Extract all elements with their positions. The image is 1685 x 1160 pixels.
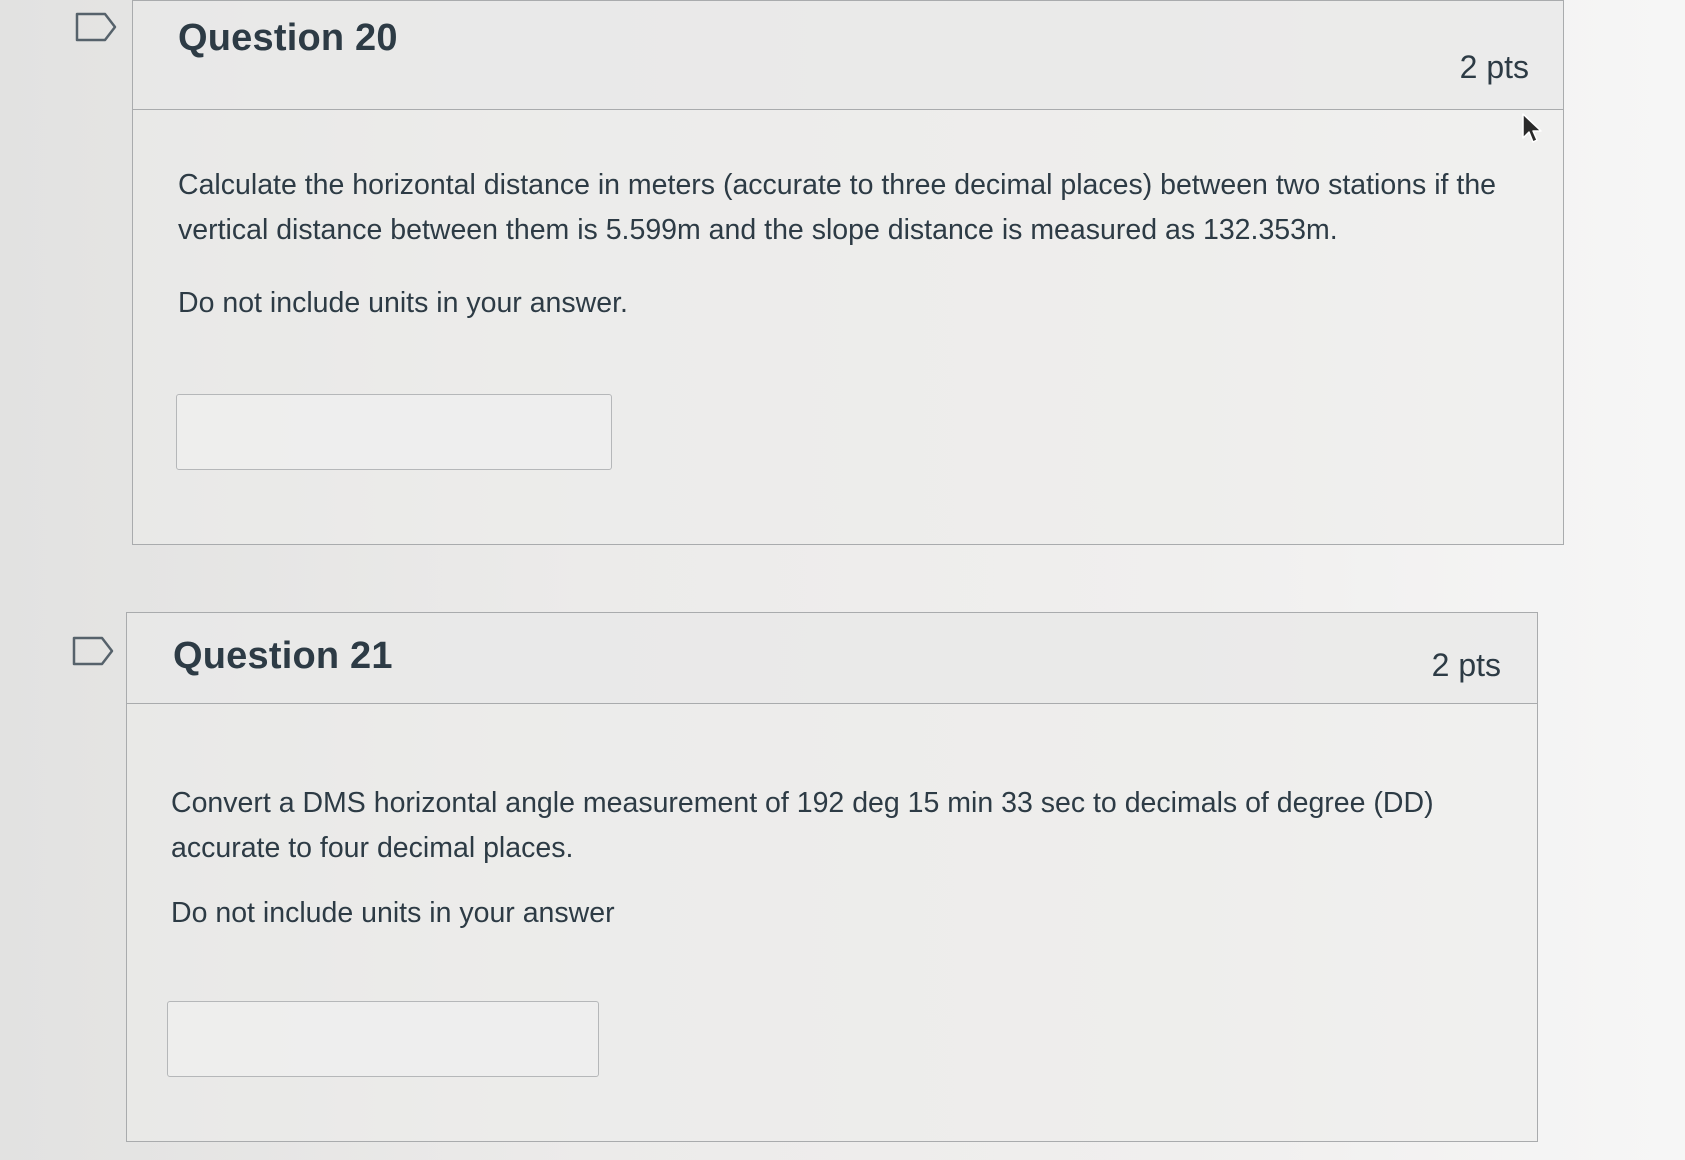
question-text: Calculate the horizontal distance in met… [178,169,1497,246]
flag-question-icon[interactable] [72,636,114,666]
question-title: Question 20 [178,17,398,59]
question-card: Question 21 2 pts Convert a DMS horizont… [126,612,1538,1142]
question-instruction: Do not include units in your answer [171,897,615,929]
question-instruction: Do not include units in your answer. [178,287,628,319]
question-card: Question 20 2 pts Calculate the horizont… [132,0,1564,545]
mouse-pointer-icon [1520,112,1546,148]
answer-input[interactable] [167,1001,599,1077]
question-points: 2 pts [1459,49,1529,85]
answer-input[interactable] [176,394,612,470]
question-title: Question 21 [173,635,393,677]
question-points: 2 pts [1431,647,1501,683]
flag-question-icon[interactable] [75,12,117,42]
question-text: Convert a DMS horizontal angle measureme… [171,787,1434,864]
